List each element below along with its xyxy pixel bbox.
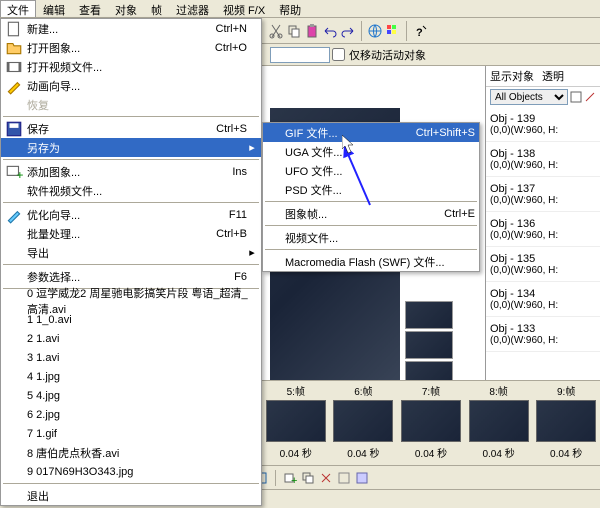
save-as-frame[interactable]: 图象帧...Ctrl+E — [263, 204, 479, 223]
object-item[interactable]: Obj - 138(0,0)(W:960, H: — [486, 142, 600, 177]
save-as-swf[interactable]: Macromedia Flash (SWF) 文件... — [263, 252, 479, 271]
add-image-icon: + — [5, 164, 23, 180]
add-frame-icon[interactable]: + — [283, 471, 297, 485]
menu-exit[interactable]: 退出 — [1, 486, 261, 505]
del-frame-icon[interactable] — [319, 471, 333, 485]
menu-recent-9[interactable]: 9 017N69H3O343.jpg — [1, 462, 261, 481]
menu-object[interactable]: 对象 — [108, 0, 144, 17]
move-active-check[interactable] — [332, 48, 345, 61]
undo-icon[interactable] — [322, 23, 338, 39]
menu-new[interactable]: 新建...Ctrl+N — [1, 19, 261, 38]
menubar: 文件 编辑 查看 对象 帧 过滤器 视频 F/X 帮助 — [0, 0, 600, 18]
menu-view[interactable]: 查看 — [72, 0, 108, 17]
svg-text:+: + — [291, 475, 297, 485]
frame-timeline: 5:帧0.04 秒 6:帧0.04 秒 7:帧0.04 秒 8:帧0.04 秒 … — [262, 380, 600, 465]
menu-recent-3[interactable]: 3 1.avi — [1, 348, 261, 367]
wizard-icon — [5, 78, 23, 94]
frame-tool-icon[interactable] — [355, 471, 369, 485]
browser-icon[interactable] — [367, 23, 383, 39]
menu-recent-4[interactable]: 4 1.jpg — [1, 367, 261, 386]
menu-export[interactable]: 导出▸ — [1, 243, 261, 262]
menu-add-image[interactable]: +添加图象...Ins — [1, 162, 261, 181]
paste-icon[interactable] — [304, 23, 320, 39]
object-item[interactable]: Obj - 136(0,0)(W:960, H: — [486, 212, 600, 247]
menu-soft-video[interactable]: 软件视频文件... — [1, 181, 261, 200]
submenu-arrow-icon: ▸ — [247, 246, 257, 259]
frame-thumb — [401, 400, 461, 442]
palette-icon[interactable] — [385, 23, 401, 39]
open-icon — [5, 40, 23, 56]
toolbar-input[interactable] — [270, 47, 330, 63]
optimize-icon — [5, 207, 23, 223]
menu-save[interactable]: 保存Ctrl+S — [1, 119, 261, 138]
save-icon — [5, 121, 23, 137]
obj-thumb[interactable] — [405, 331, 453, 359]
menu-prefs[interactable]: 参数选择...F6 — [1, 267, 261, 286]
object-thumbnails — [405, 301, 485, 389]
menu-help[interactable]: 帮助 — [272, 0, 308, 17]
menu-recent-6[interactable]: 6 2.jpg — [1, 405, 261, 424]
menu-recent-0[interactable]: 0 逗学威龙2 周星驰电影搞笑片段 粤语_超清_高清.avi — [1, 291, 261, 310]
object-item[interactable]: Obj - 133(0,0)(W:960, H: — [486, 317, 600, 352]
frame-props-icon[interactable] — [337, 471, 351, 485]
frame-item[interactable]: 5:帧0.04 秒 — [262, 381, 330, 465]
frame-item[interactable]: 8:帧0.04 秒 — [465, 381, 533, 465]
menu-filter[interactable]: 过滤器 — [169, 0, 216, 17]
menu-save-as[interactable]: 另存为▸ — [1, 138, 261, 157]
object-item[interactable]: Obj - 135(0,0)(W:960, H: — [486, 247, 600, 282]
obj-thumb[interactable] — [405, 301, 453, 329]
object-item[interactable]: Obj - 139(0,0)(W:960, H: — [486, 107, 600, 142]
submenu-arrow-icon: ▸ — [247, 141, 257, 154]
frame-thumb — [536, 400, 596, 442]
menu-open-video[interactable]: 打开视频文件... — [1, 57, 261, 76]
menu-recent-2[interactable]: 2 1.avi — [1, 329, 261, 348]
save-as-ufo[interactable]: UFO 文件... — [263, 161, 479, 180]
dup-frame-icon[interactable] — [301, 471, 315, 485]
transparency-label: 透明 — [542, 68, 564, 84]
move-active-checkbox[interactable]: 仅移动活动对象 — [332, 47, 426, 63]
object-list: Obj - 139(0,0)(W:960, H: Obj - 138(0,0)(… — [486, 107, 600, 352]
save-as-uga[interactable]: UGA 文件... — [263, 142, 479, 161]
file-menu-dropdown: 新建...Ctrl+N 打开图象...Ctrl+O 打开视频文件... 动画向导… — [0, 18, 262, 506]
menu-optimize[interactable]: 优化向导...F11 — [1, 205, 261, 224]
frame-thumb — [333, 400, 393, 442]
object-panel: 显示对象 透明 All Objects Obj - 139(0,0)(W:960… — [485, 66, 600, 394]
menu-recent-5[interactable]: 5 4.jpg — [1, 386, 261, 405]
frame-thumb — [266, 400, 326, 442]
redo-icon[interactable] — [340, 23, 356, 39]
panel-tool-icon[interactable] — [570, 91, 582, 103]
frame-item[interactable]: 9:帧0.04 秒 — [532, 381, 600, 465]
save-as-submenu: GIF 文件...Ctrl+Shift+S UGA 文件... UFO 文件..… — [262, 122, 480, 272]
cut-icon[interactable] — [268, 23, 284, 39]
menu-recent-8[interactable]: 8 唐伯虎点秋香.avi — [1, 443, 261, 462]
frame-item[interactable]: 7:帧0.04 秒 — [397, 381, 465, 465]
menu-anim-wizard[interactable]: 动画向导... — [1, 76, 261, 95]
move-active-label: 仅移动活动对象 — [349, 47, 426, 63]
save-as-psd[interactable]: PSD 文件... — [263, 180, 479, 199]
menu-batch[interactable]: 批量处理...Ctrl+B — [1, 224, 261, 243]
menu-edit[interactable]: 编辑 — [36, 0, 72, 17]
copy-icon[interactable] — [286, 23, 302, 39]
svg-text:?: ? — [416, 27, 423, 39]
object-item[interactable]: Obj - 137(0,0)(W:960, H: — [486, 177, 600, 212]
save-as-gif[interactable]: GIF 文件...Ctrl+Shift+S — [263, 123, 479, 142]
save-as-video[interactable]: 视频文件... — [263, 228, 479, 247]
menu-recent-1[interactable]: 1 1_0.avi — [1, 310, 261, 329]
frame-thumb — [469, 400, 529, 442]
menu-frame[interactable]: 帧 — [144, 0, 169, 17]
show-objects-label: 显示对象 — [490, 68, 534, 84]
frame-item[interactable]: 6:帧0.04 秒 — [330, 381, 398, 465]
new-icon — [5, 21, 23, 37]
help-icon[interactable]: ? — [412, 23, 428, 39]
svg-text:+: + — [16, 167, 23, 180]
object-filter-select[interactable]: All Objects — [490, 89, 568, 105]
menu-recent-7[interactable]: 7 1.gif — [1, 424, 261, 443]
menu-open-image[interactable]: 打开图象...Ctrl+O — [1, 38, 261, 57]
panel-tool-icon[interactable] — [584, 91, 596, 103]
video-icon — [5, 59, 23, 75]
object-item[interactable]: Obj - 134(0,0)(W:960, H: — [486, 282, 600, 317]
menu-file[interactable]: 文件 — [0, 0, 36, 17]
menu-videofx[interactable]: 视频 F/X — [216, 0, 272, 17]
menu-restore: 恢复 — [1, 95, 261, 114]
